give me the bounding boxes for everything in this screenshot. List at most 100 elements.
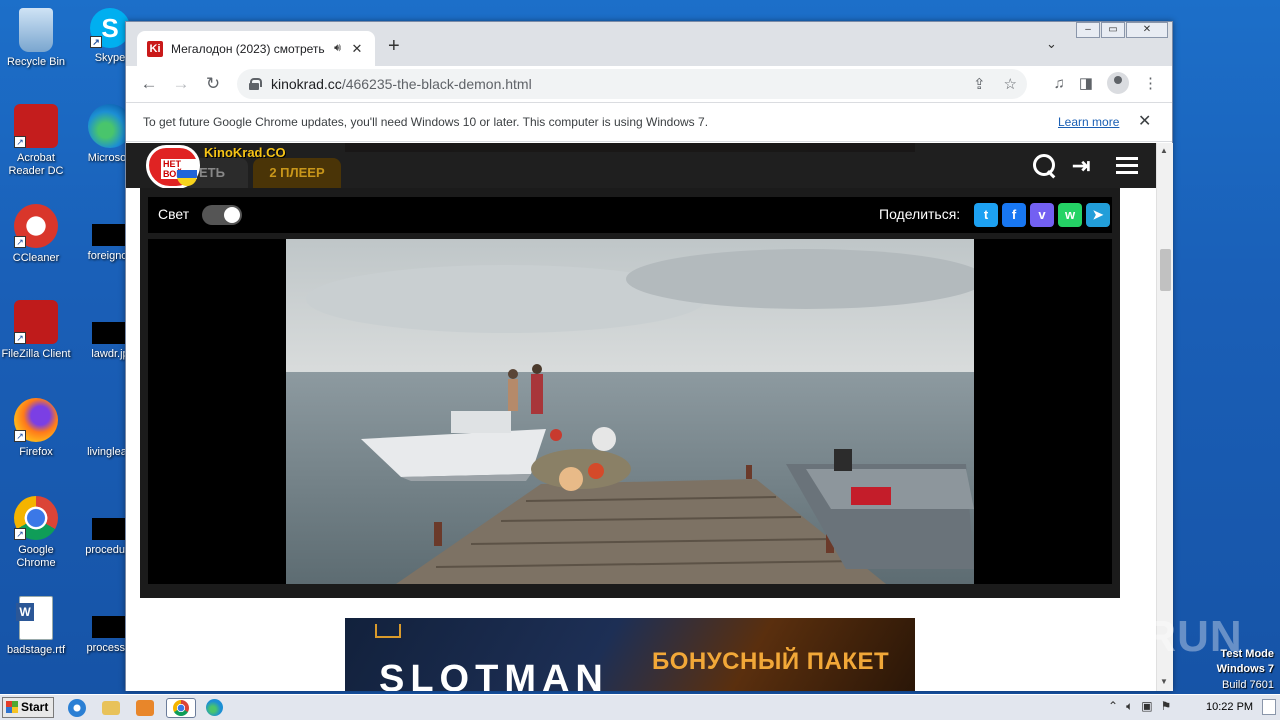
test-mode-line1: Test Mode bbox=[1220, 648, 1274, 660]
audio-playing-icon[interactable]: 🔊︎ bbox=[334, 42, 341, 55]
forward-arrow-icon[interactable]: → bbox=[169, 72, 193, 96]
browser-tab[interactable]: Ki Мегалодон (2023) смотреть онлайн 🔊︎ ✕ bbox=[137, 31, 375, 66]
internet-explorer-icon[interactable] bbox=[68, 699, 86, 717]
explorer-folder-icon[interactable] bbox=[102, 701, 120, 715]
taskbar: Start ⌃ 🔈︎ ▣ ⚑ 10:22 PM bbox=[0, 694, 1280, 720]
update-infobar: To get future Google Chrome updates, you… bbox=[126, 102, 1172, 142]
desktop-icon-badstage[interactable]: W badstage.rtf bbox=[0, 596, 72, 657]
chrome-menu-icon[interactable]: ⋮ bbox=[1143, 74, 1158, 92]
file-icon bbox=[92, 322, 128, 344]
address-bar[interactable]: kinokrad.cc/466235-the-black-demon.html … bbox=[237, 69, 1027, 99]
light-toggle[interactable] bbox=[202, 205, 242, 225]
lock-icon[interactable] bbox=[249, 78, 262, 90]
hamburger-menu-icon[interactable] bbox=[1116, 153, 1142, 179]
desktop-icon-filezilla[interactable]: ↗ FileZilla Client bbox=[0, 300, 72, 361]
media-control-icon[interactable]: ♫ bbox=[1054, 75, 1065, 92]
start-label: Start bbox=[21, 700, 49, 714]
back-arrow-icon[interactable]: ← bbox=[137, 72, 161, 96]
page-viewport: ЕТЬ 2 ПЛЕЕР НЕТ ВОЙНЕ KinoKrad.CO ⇥ Свет… bbox=[126, 143, 1156, 691]
restore-button[interactable]: ▭ bbox=[1101, 22, 1125, 38]
network-icon[interactable]: ▣ bbox=[1141, 699, 1152, 714]
desktop-icon-firefox[interactable]: ↗ Firefox bbox=[0, 398, 72, 459]
site-header: ЕТЬ 2 ПЛЕЕР НЕТ ВОЙНЕ KinoKrad.CO ⇥ bbox=[126, 143, 1156, 189]
desktop-icon-label: Acrobat Reader DC bbox=[8, 152, 64, 177]
viber-icon[interactable]: v bbox=[1030, 203, 1054, 227]
acrobat-icon: ↗ bbox=[14, 104, 58, 148]
infobar-message: To get future Google Chrome updates, you… bbox=[143, 115, 709, 129]
twitter-icon[interactable]: t bbox=[974, 203, 998, 227]
chrome-window: Ki Мегалодон (2023) смотреть онлайн 🔊︎ ✕… bbox=[125, 21, 1173, 691]
desktop-icon-acrobat[interactable]: ↗ Acrobat Reader DC bbox=[0, 104, 72, 178]
test-mode-line3: Build 7601 bbox=[1222, 679, 1274, 691]
search-icon[interactable] bbox=[1032, 153, 1058, 179]
tab-search-chevron-icon[interactable]: ⌄ bbox=[1046, 36, 1057, 52]
reload-icon[interactable]: ↻ bbox=[201, 72, 225, 96]
telegram-icon[interactable]: ➤ bbox=[1086, 203, 1110, 227]
desktop-icon-ccleaner[interactable]: ↗ CCleaner bbox=[0, 204, 72, 265]
clock[interactable]: 10:22 PM bbox=[1206, 701, 1253, 713]
taskbar-edge-icon[interactable] bbox=[206, 699, 223, 716]
close-infobar-icon[interactable]: ✕ bbox=[1138, 111, 1151, 131]
desktop-icon-chrome[interactable]: ↗ Google Chrome bbox=[0, 496, 72, 570]
desktop-icon-label: Recycle Bin bbox=[6, 56, 66, 68]
url-host: kinokrad.cc bbox=[271, 76, 342, 92]
learn-more-link[interactable]: Learn more bbox=[1058, 115, 1119, 129]
taskbar-chrome-icon[interactable] bbox=[166, 698, 196, 718]
system-tray: ⌃ 🔈︎ ▣ ⚑ bbox=[1108, 699, 1171, 714]
ccleaner-icon: ↗ bbox=[14, 204, 58, 248]
kinokrad-favicon-icon: Ki bbox=[147, 40, 163, 57]
side-panel-icon[interactable]: ◨ bbox=[1079, 74, 1093, 92]
login-icon[interactable]: ⇥ bbox=[1072, 153, 1098, 179]
video-area[interactable] bbox=[148, 239, 1112, 584]
light-label: Свет bbox=[158, 206, 190, 222]
no-war-heart-icon: НЕТ ВОЙНЕ bbox=[146, 145, 200, 189]
ukraine-flag-icon bbox=[177, 170, 197, 186]
tab-strip: Ki Мегалодон (2023) смотреть онлайн 🔊︎ ✕… bbox=[126, 22, 1172, 66]
ad-brand-text: SLOTMAN bbox=[379, 658, 609, 691]
volume-icon[interactable]: 🔈︎ bbox=[1126, 699, 1133, 714]
video-still-image bbox=[286, 239, 974, 584]
slotman-ad-banner[interactable]: SLOTMAN БОНУСНЫЙ ПАКЕТ bbox=[345, 618, 915, 691]
scroll-thumb[interactable] bbox=[1160, 249, 1171, 291]
firefox-icon: ↗ bbox=[14, 398, 58, 442]
chrome-icon: ↗ bbox=[14, 496, 58, 540]
tray-expand-icon[interactable]: ⌃ bbox=[1108, 699, 1118, 714]
facebook-icon[interactable]: f bbox=[1002, 203, 1026, 227]
scroll-up-arrow-icon[interactable]: ▲ bbox=[1160, 146, 1168, 155]
share-icon[interactable]: ⇪ bbox=[973, 75, 986, 93]
minimize-button[interactable]: ‒ bbox=[1076, 22, 1100, 38]
tab-title: Мегалодон (2023) смотреть онлайн bbox=[171, 41, 326, 56]
site-logo[interactable]: НЕТ ВОЙНЕ KinoKrad.CO bbox=[146, 143, 286, 193]
show-desktop-button[interactable] bbox=[1262, 699, 1276, 715]
word-document-icon: W bbox=[16, 596, 53, 640]
url-text[interactable]: kinokrad.cc/466235-the-black-demon.html bbox=[271, 76, 532, 92]
windows-flag-icon bbox=[6, 701, 18, 713]
recycle-bin-icon bbox=[19, 8, 53, 52]
crown-icon bbox=[375, 624, 401, 638]
file-icon bbox=[92, 616, 128, 638]
ad-promo-text: БОНУСНЫЙ ПАКЕТ bbox=[652, 648, 890, 675]
chrome-icon bbox=[173, 700, 189, 716]
whatsapp-icon[interactable]: w bbox=[1058, 203, 1082, 227]
site-logo-text: KinoKrad.CO bbox=[204, 145, 286, 160]
desktop-icon-recycle-bin[interactable]: Recycle Bin bbox=[0, 8, 72, 69]
action-center-flag-icon[interactable]: ⚑ bbox=[1161, 699, 1172, 714]
desktop-icon-label: Google Chrome bbox=[16, 544, 56, 569]
scroll-down-arrow-icon[interactable]: ▼ bbox=[1160, 677, 1168, 686]
bookmark-star-icon[interactable]: ☆ bbox=[1004, 75, 1017, 93]
player-toolbar: Свет Поделиться: t f v w ➤ bbox=[148, 197, 1112, 233]
page-scrollbar[interactable]: ▲ ▼ bbox=[1156, 143, 1173, 691]
player-2-tab[interactable]: 2 ПЛЕЕР bbox=[253, 158, 341, 188]
close-tab-icon[interactable]: ✕ bbox=[349, 41, 365, 57]
profile-avatar-icon[interactable] bbox=[1107, 72, 1129, 94]
anyrun-watermark: ANY RUN bbox=[1036, 612, 1243, 661]
start-button[interactable]: Start bbox=[2, 697, 54, 718]
filezilla-icon: ↗ bbox=[14, 300, 58, 344]
desktop-icon-label: CCleaner bbox=[12, 252, 60, 264]
media-player-icon[interactable] bbox=[136, 700, 154, 716]
close-window-button[interactable]: ✕ bbox=[1126, 22, 1168, 38]
test-mode-line2: Windows 7 bbox=[1216, 663, 1274, 675]
desktop-icon-label: badstage.rtf bbox=[6, 644, 66, 656]
video-frame[interactable] bbox=[286, 239, 974, 584]
new-tab-icon[interactable]: + bbox=[388, 35, 400, 58]
